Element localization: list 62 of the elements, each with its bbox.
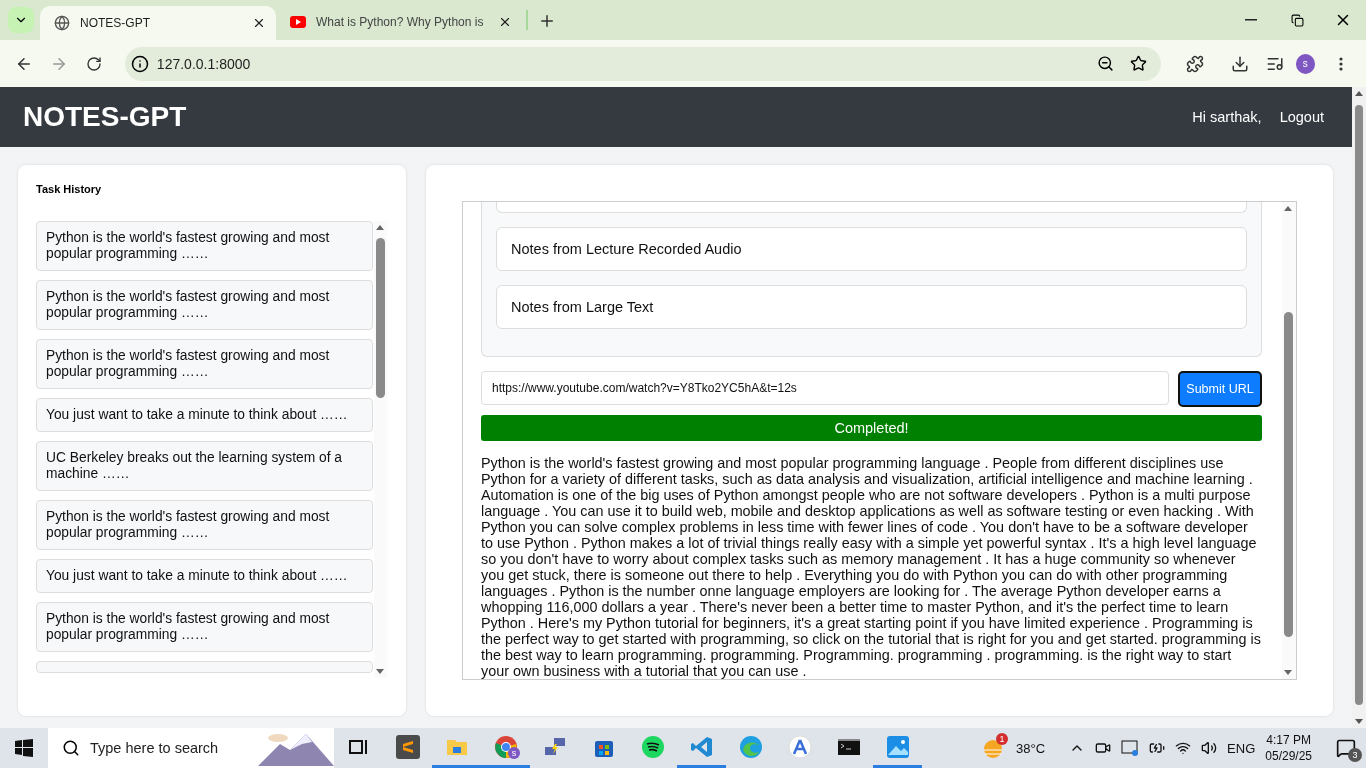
address-text: 127.0.0.1:8000 [156,55,252,72]
clock[interactable]: 4:17 PM 05/29/25 [1265,732,1312,764]
logout-link[interactable]: Logout [1279,109,1324,125]
windows-logo-icon [15,739,33,757]
spotify-icon [640,734,665,759]
wifi-icon[interactable] [1175,740,1192,756]
address-bar[interactable]: 127.0.0.1:8000 [124,46,1161,81]
notes-text: Python is the world's fastest growing and most popular programming language . People from different disciplines use Python for a variety of different tasks, such as data analysis and visualization, artificial intelligence and machine learning . Automation is one of the big uses of Python amongst people who are not software developers . Python is a multi purpose language . You can use it to build web, mobile and desktop applications as well as software testing or even hacking . With Python you can solve complex problems in less time with fewer lines of code . You don't have to be a software developer to use Python . Python makes a lot of trivial things really easy with a simple yet powerful syntax . It's a high level language so you don't have to worry about complex tasks such as memory management . It has a huge community so whenever you get stuck, there is someone out there to help . Everything you do with Python you can do with other programming languages . Python is the number onne language employers are looking for . The average Python developer earns a whopping 116,000 dollars a year . There's never been a better time to master Python, and it's the perfect time to learn Python . Here's my Python tutorial for beginners, it's a great starting point if you have limited experience . Programming is the perfect way to get started with programming, so click on the tutorial that is right for you and get started. programming is the best way to learn programming. programming. Programming. programming . programming. is the right way to start your own business with a tutorial that you can use . [481,455,1262,679]
puzzle-icon [1186,54,1205,73]
search-placeholder: Type here to search [90,740,220,756]
browser-tab[interactable]: What is Python? Why Python is [276,7,522,37]
tab-search-button[interactable] [8,7,34,33]
history-item[interactable]: Python is the world's fastest growing and most popular programming …… [36,339,373,389]
profile-avatar[interactable]: s [1295,53,1315,74]
history-item[interactable]: UC Berkeley breaks out the learning system of a machine …… [36,441,373,491]
battery-icon[interactable] [1149,740,1166,756]
taskbar-search[interactable]: Type here to search [48,728,334,768]
progress-text: Completed! [833,420,910,436]
tab-title: NOTES-GPT [80,16,151,30]
video-play-icon [290,16,306,28]
option-card[interactable]: Notes from Lecture Recorded Audio [496,227,1247,271]
bookmark-star-icon[interactable] [1129,55,1147,72]
globe-icon [54,15,70,31]
sublime-icon [395,734,420,759]
history-item[interactable]: Python is the world's fastest growing and most popular programming …… [36,221,373,271]
close-icon[interactable] [498,15,512,29]
notifications-icon[interactable] [1336,738,1356,758]
code-editor-icon [689,734,714,759]
option-card[interactable]: Notes from Large Text [496,285,1247,329]
temperature-text: 38°C [1016,740,1046,756]
camera-icon[interactable] [1095,740,1112,756]
history-item[interactable]: Python is the world's fastest growing and most popular programming …… [36,280,373,330]
language-indicator[interactable]: ENG [1227,740,1256,756]
close-icon[interactable] [252,16,266,30]
volume-icon[interactable] [1201,740,1218,756]
new-tab-icon[interactable] [538,12,556,30]
menu-dots-icon [1339,56,1344,71]
download-icon [1231,54,1250,73]
minimize-icon [1245,19,1257,21]
submit-url-button[interactable]: Submit URL [1178,371,1262,407]
zoom-out-icon[interactable] [1096,55,1114,72]
display-icon[interactable] [1121,740,1140,756]
taskbar-app[interactable]: s [481,728,530,768]
history-item[interactable]: Python is the world's fastest growing and most popular programming …… [36,602,373,652]
greeting-link[interactable]: Hi sarthak, [1192,109,1262,125]
android-studio-icon [787,734,812,759]
info-icon[interactable] [130,54,149,73]
tab-title: What is Python? Why Python is [316,15,485,29]
history-item[interactable]: Python is the world's fastest growing and most popular programming …… [36,500,373,550]
reload-icon [86,55,103,72]
search-icon [62,739,80,757]
history-item[interactable]: You just want to take a minute to think about …… [36,398,373,432]
edge-icon [738,734,763,759]
browser-tab[interactable]: NOTES-GPT [40,6,276,40]
restore-icon [1290,13,1304,27]
brand-title: NOTES-GPT [23,101,188,133]
weather-badge: 1 [996,733,1009,745]
notification-count: 3 [1348,748,1362,762]
history-item[interactable]: You just want to take a minute to think about …… [36,559,373,593]
photos-icon [885,734,910,759]
url-input[interactable]: https://www.youtube.com/watch?v=Y8Tko2YC5hA&t=12s [481,371,1169,405]
panel-title: Task History [36,183,103,197]
